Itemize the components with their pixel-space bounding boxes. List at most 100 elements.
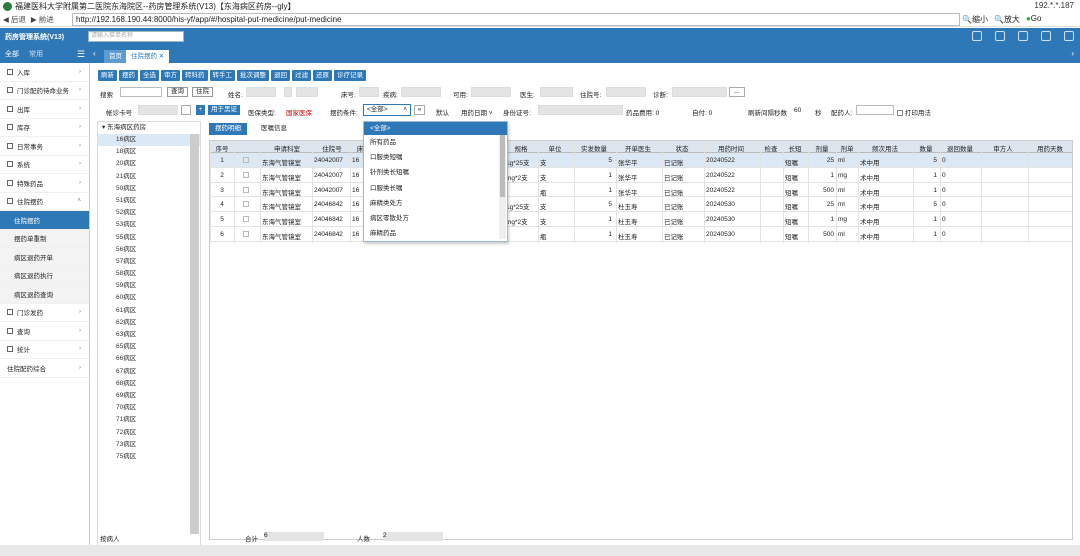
row-checkbox[interactable] [236,216,256,224]
column-header[interactable]: 开单医生 [618,143,658,153]
row-checkbox[interactable] [236,157,256,165]
row-checkbox[interactable] [236,171,256,180]
dispense-button[interactable]: 摆药 [119,70,138,81]
tab-inpatient-dispense[interactable]: 住院摆药 ✕ [126,50,170,63]
sidebar-item-composite[interactable]: 住院配药综合 › [0,359,89,378]
column-header[interactable]: 检查 [762,143,780,153]
zoom-in-button[interactable]: 🔍放大 [994,14,1020,25]
ward-node[interactable]: 69病区 [98,390,200,402]
column-header[interactable]: 单位 [540,143,570,153]
tab-scroll-right-icon[interactable]: › [1071,49,1074,58]
table-row[interactable]: 1 东海气管镜室 24042007 16 1g*25支支 5 张华平 已记账 20240522 短… [210,153,1072,168]
bed-field[interactable] [359,87,379,97]
ward-node[interactable]: 52病区 [98,207,200,219]
dropdown-scrollbar[interactable] [499,135,506,239]
sidebar-item-inbound[interactable]: 入库 › [0,63,89,82]
sidebar-item-inpatient[interactable]: 住院摆药 ˄ [0,193,89,211]
restore-button[interactable]: 还原 [313,70,332,81]
sidebar-item-daily[interactable]: 日常事务 › [0,137,89,156]
ward-node[interactable]: 16病区 [98,134,200,147]
ward-node[interactable]: 56病区 [98,244,200,256]
dropdown-option[interactable]: 所有药品 [364,135,507,150]
ward-node[interactable]: 50病区 [98,183,200,195]
table-row[interactable]: 6东海气管镜室2404684216l瓶1杜玉寿已记账20240530短嘱500m… [210,227,1072,242]
ward-node[interactable]: 62病区 [98,317,200,329]
by-patient-label[interactable]: 按病人 [100,533,120,543]
row-checkbox[interactable] [236,186,256,195]
batch-adjust-button[interactable]: 批次调整 [237,70,269,81]
row-checkbox[interactable] [236,231,256,239]
column-header[interactable]: 序号 [212,143,232,153]
id-no-field[interactable] [538,105,623,115]
sidebar-item-inpatient-dispense[interactable]: 住院摆药 [0,211,89,230]
tree-scrollbar[interactable] [190,134,199,534]
power-icon[interactable] [1064,31,1074,41]
ward-node[interactable]: 66病区 [98,353,200,365]
ward-node[interactable]: 18病区 [98,146,200,158]
dropdown-option[interactable]: 病区零散处方 [364,211,507,226]
refresh-interval-value[interactable]: 60 [794,107,801,114]
table-row[interactable]: 3东海气管镜室2404200716l瓶1张华平已记账20240522短嘱500m… [210,183,1072,198]
dropdown-option[interactable]: 麻精药品 [364,226,507,241]
table-row[interactable]: 5 东海气管镜室 24046842 16 mg*2支支 1 杜玉寿 已记账 20240530 短嘱… [210,212,1072,227]
menu-icon[interactable]: ☰ [77,49,85,60]
sidebar-item-stats[interactable]: 统计 › [0,341,89,359]
tab-favorites[interactable]: 常用 [24,49,48,59]
column-header[interactable]: 剂量 [810,143,834,153]
user-icon[interactable] [995,31,1005,41]
ward-node[interactable]: 75病区 [98,451,200,463]
ward-node[interactable]: 21病区 [98,171,200,183]
select-all-button[interactable]: 全选 [140,70,159,81]
ward-node[interactable]: 20病区 [98,158,200,170]
card-select[interactable] [181,105,191,115]
row-checkbox[interactable] [236,201,256,209]
go-button[interactable]: ●Go [1026,14,1042,25]
column-header[interactable]: 规格 [506,143,536,153]
url-input[interactable]: http://192.168.190.44:8000/his-yf/app/#/… [72,13,960,26]
ward-node[interactable]: 65病区 [98,341,200,353]
eye-icon[interactable] [1041,31,1051,41]
column-header[interactable]: 用药天数 [1030,143,1070,153]
table-row[interactable]: 4 东海气管镜室 24046842 16 1g*25支支 5 杜玉寿 已记账 20240530 短… [210,197,1072,213]
document-icon[interactable] [1018,31,1028,41]
refresh-button[interactable]: 刷新 [98,70,117,81]
ward-node[interactable]: 63病区 [98,329,200,341]
column-header[interactable]: 申请科室 [262,143,312,153]
tab-all[interactable]: 全部 [0,49,24,59]
diagnosis-more-button[interactable]: ... [729,87,745,97]
column-header[interactable]: 长短 [785,143,805,153]
ward-node[interactable]: 70病区 [98,402,200,414]
sidebar-item-outbound[interactable]: 出库 › [0,100,89,119]
usable-field[interactable] [471,87,511,97]
tab-order-info[interactable]: 医嘱信息 [255,123,293,135]
date-type-select[interactable]: 用药日期 ˅ [461,107,493,117]
name-field[interactable] [246,87,276,97]
disease-field[interactable] [401,87,441,97]
clinic-record-button[interactable]: 诊疗记录 [334,70,366,81]
doctor-field[interactable] [540,87,573,97]
ward-node[interactable]: 55病区 [98,232,200,244]
column-header[interactable]: 数量 [915,143,937,153]
ward-node[interactable]: 60病区 [98,292,200,304]
diagnosis-field[interactable] [672,87,727,97]
card-no-field[interactable] [138,105,178,115]
sidebar-item-query[interactable]: 查询 › [0,322,89,341]
forward-button[interactable]: ▶ 前进 [31,14,54,25]
filter-button[interactable]: 过滤 [292,70,311,81]
dropdown-option[interactable]: 针剂类长短嘱 [364,165,507,180]
review-button[interactable]: 审方 [161,70,180,81]
dropdown-option[interactable]: 麻精类处方 [364,196,507,211]
tab-home[interactable]: 首页 [104,50,127,63]
sidebar-item-outpatient[interactable]: 门诊发药 › [0,304,89,322]
column-header[interactable]: 剂单 [838,143,856,153]
transfer-button[interactable]: 转科药 [182,70,208,81]
ward-node[interactable]: 61病区 [98,305,200,317]
ward-node[interactable]: 67病区 [98,366,200,378]
name-field-2[interactable] [284,87,292,97]
back-button[interactable]: ◀ 后退 [3,14,26,25]
zoom-out-button[interactable]: 🔍缩小 [962,14,988,25]
sidebar-item-outpatient-standby[interactable]: 门诊配药待命业务 › [0,82,89,100]
sidebar-item-special[interactable]: 特殊药品 › [0,174,89,193]
tab-scroll-left-icon[interactable]: ‹ [93,49,96,58]
column-header[interactable]: 住院号 [314,143,350,153]
